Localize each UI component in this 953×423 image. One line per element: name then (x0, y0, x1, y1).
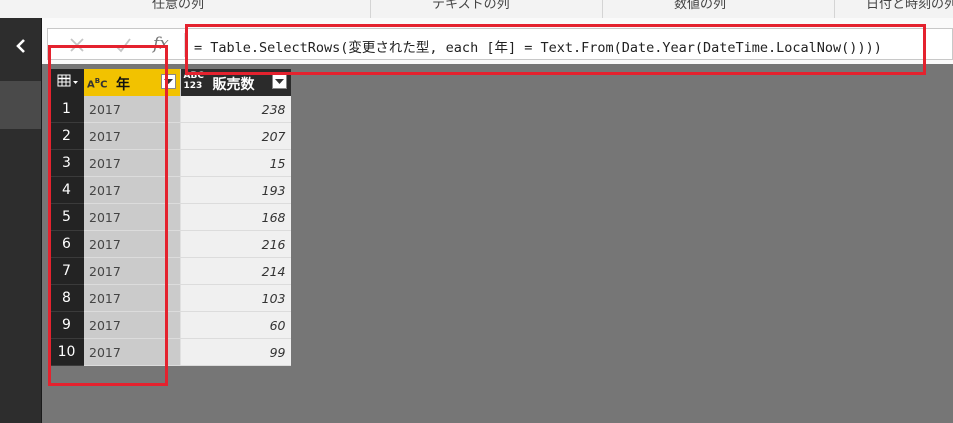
year-column-highlight-box (48, 45, 168, 386)
cell-sales[interactable]: 214 (180, 257, 291, 285)
chevron-left-icon (15, 39, 25, 53)
queries-pane (0, 18, 42, 423)
cell-sales[interactable]: 60 (180, 311, 291, 339)
cell-sales[interactable]: 99 (180, 338, 291, 366)
cell-sales[interactable]: 207 (180, 122, 291, 150)
ribbon-group-number-column: 数値の列 (674, 0, 727, 12)
cell-sales[interactable]: 193 (180, 176, 291, 204)
formula-highlight-box (185, 24, 926, 75)
cell-sales[interactable]: 103 (180, 284, 291, 312)
cell-sales[interactable]: 238 (180, 96, 291, 123)
chevron-down-icon (274, 78, 284, 84)
filter-dropdown-button[interactable] (271, 74, 287, 89)
collapse-pane-button[interactable] (0, 28, 41, 64)
ribbon-group-text-column: テキストの列 (432, 0, 510, 12)
cell-sales[interactable]: 168 (180, 203, 291, 231)
ribbon-group-any-column: 任意の列 (152, 0, 205, 12)
selected-query-strip[interactable] (0, 81, 41, 129)
cell-sales[interactable]: 15 (180, 149, 291, 177)
ribbon-tab-groups: 任意の列 テキストの列 数値の列 日付と時刻の列 (0, 0, 953, 19)
ribbon-group-datetime-column: 日付と時刻の列 (866, 0, 953, 12)
cell-sales[interactable]: 216 (180, 230, 291, 258)
column-label-sales: 販売数 (212, 77, 255, 93)
